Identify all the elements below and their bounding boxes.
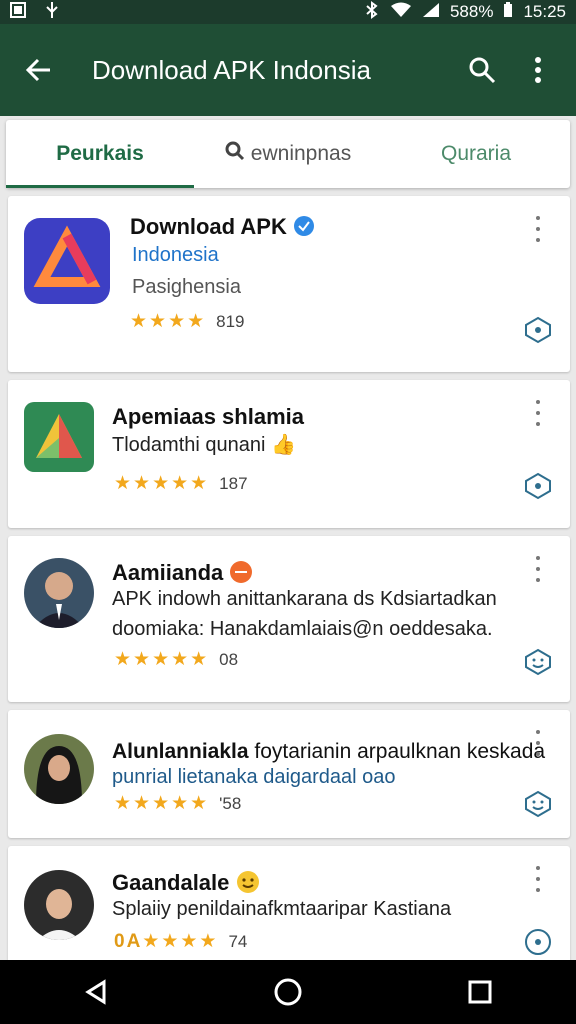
tab-label: Peurkais xyxy=(56,142,144,165)
recents-icon[interactable] xyxy=(450,962,510,1022)
tab-peurkais[interactable]: Peurkais xyxy=(6,120,194,188)
tab-ewninpnas[interactable]: ewninpnas xyxy=(194,120,382,188)
rating: ★★★★★ '58 xyxy=(114,793,242,814)
badge-icon xyxy=(229,560,253,585)
bluetooth-icon xyxy=(364,0,380,24)
item-meta: Tlodamthi qunani 👍 xyxy=(112,434,296,456)
page-title: Download APK Indonsia xyxy=(92,54,371,85)
rating: ★★★★★ 08 xyxy=(114,649,239,670)
tab-bar: Peurkais ewninpnas Quraria xyxy=(6,120,570,188)
tab-label: Quraria xyxy=(440,142,512,165)
location-pin-icon[interactable] xyxy=(524,472,552,500)
location-pin-icon[interactable] xyxy=(524,928,552,956)
home-icon[interactable] xyxy=(258,962,318,1022)
list-item[interactable]: Aamiianda APK indowh anittankarana ds Kd… xyxy=(8,536,570,702)
battery-icon xyxy=(503,1,513,23)
item-description: punrial lietanaka daigardaal oao xyxy=(112,766,396,788)
wifi-icon xyxy=(390,2,412,23)
battery-text: 588% xyxy=(449,2,494,21)
thumbs-up-icon: 👍 xyxy=(271,434,296,456)
back-arrow-icon[interactable] xyxy=(18,50,58,90)
smiley-icon[interactable] xyxy=(524,648,552,676)
status-bar: 588% 15:25 xyxy=(0,0,576,24)
item-subtitle[interactable]: Indonesia xyxy=(132,244,219,267)
item-title: Download APK xyxy=(130,214,315,240)
more-options-icon[interactable] xyxy=(526,730,550,756)
usb-icon xyxy=(44,1,60,24)
item-title: Aamiianda xyxy=(112,560,253,586)
item-description: APK indowh anittankarana ds Kdsiartadkan xyxy=(112,588,497,610)
item-title: Gaandalale xyxy=(112,870,260,896)
list-item[interactable]: Apemiaas shlamia Tlodamthi qunani 👍 ★★★★… xyxy=(8,380,570,528)
clock: 15:25 xyxy=(523,2,566,21)
avatar xyxy=(24,870,94,940)
app-logo-icon xyxy=(24,402,94,472)
item-description: Splaiiy penildainafkmtaaripar Kastiana xyxy=(112,898,452,920)
tab-label: ewninpnas xyxy=(250,142,352,165)
smiley-icon[interactable] xyxy=(524,790,552,818)
item-title: Alunlanniakla foytarianin arpaulknan kes… xyxy=(112,740,546,763)
avatar xyxy=(24,734,94,804)
item-title: Apemiaas shlamia xyxy=(112,404,304,429)
list-item[interactable]: Gaandalale Splaiiy penildainafkmtaaripar… xyxy=(8,846,570,966)
image-icon xyxy=(10,1,26,23)
more-options-icon[interactable] xyxy=(526,216,550,242)
more-options-icon[interactable] xyxy=(526,400,550,426)
more-options-icon[interactable] xyxy=(526,866,550,892)
system-nav-bar xyxy=(0,960,576,1024)
app-logo-icon xyxy=(24,218,110,304)
item-meta: Pasighensia xyxy=(132,276,241,298)
search-icon[interactable] xyxy=(462,50,502,90)
rating: ★★★★★ 187 xyxy=(114,473,248,494)
app-bar: Download APK Indonsia xyxy=(0,24,576,116)
item-description: doomiaka: Hanakdamlaiais@n oeddesaka. xyxy=(112,618,493,640)
verified-icon xyxy=(293,214,315,239)
location-pin-icon[interactable] xyxy=(524,316,552,344)
list-item[interactable]: Alunlanniakla foytarianin arpaulknan kes… xyxy=(8,710,570,838)
avatar xyxy=(24,558,94,628)
overflow-menu-icon[interactable] xyxy=(518,50,558,90)
list-item[interactable]: Download APK Indonesia Pasighensia ★★★★ 8… xyxy=(8,196,570,372)
rating: ★★★★ 819 xyxy=(130,311,245,332)
emoji-icon xyxy=(236,870,260,895)
more-options-icon[interactable] xyxy=(526,556,550,582)
signal-icon xyxy=(422,2,440,23)
rating: 0A★★★★ 74 xyxy=(114,931,248,952)
back-icon[interactable] xyxy=(66,962,126,1022)
search-icon xyxy=(225,141,245,167)
tab-quraria[interactable]: Quraria xyxy=(382,120,570,188)
